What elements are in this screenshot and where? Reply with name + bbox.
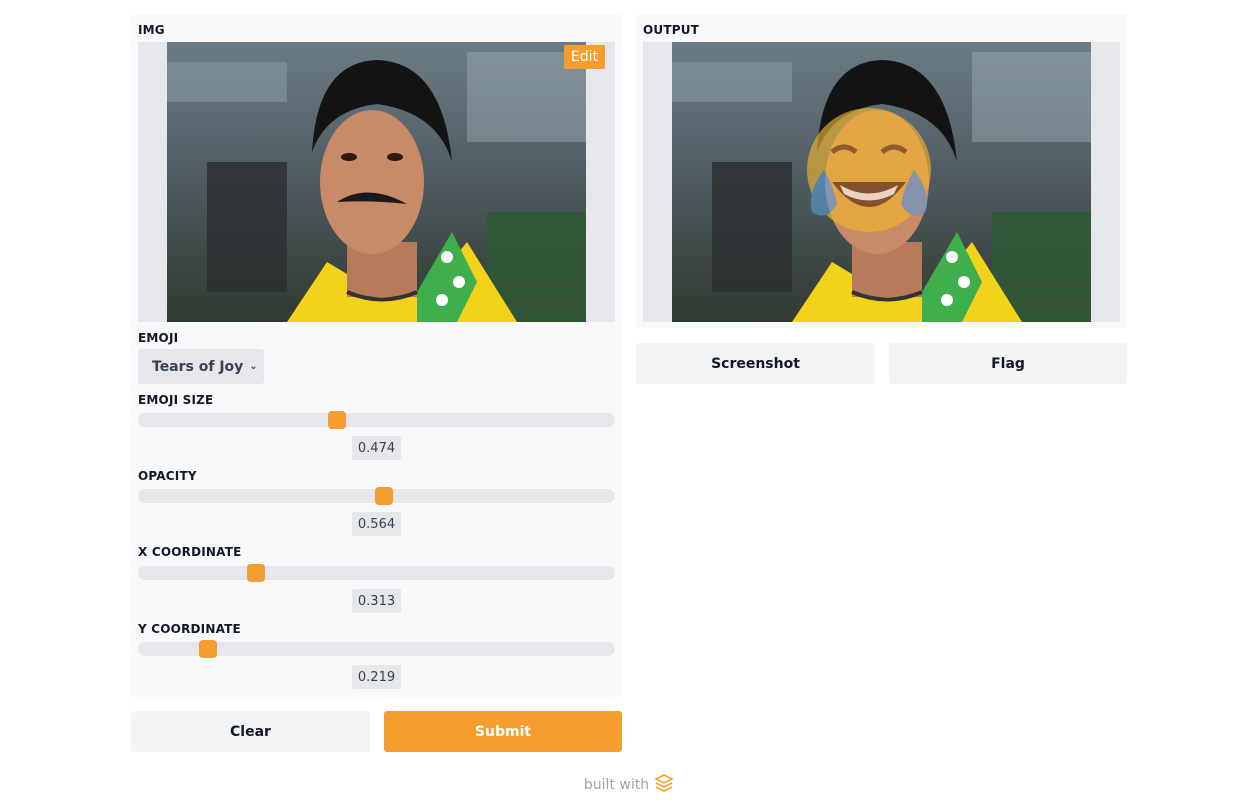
gradio-logo-icon[interactable] xyxy=(654,774,674,796)
opacity-slider[interactable] xyxy=(138,487,615,505)
footer: built with xyxy=(0,774,1258,796)
x-coordinate-value[interactable]: 0.313 xyxy=(352,589,401,613)
output-panel: OUTPUT xyxy=(636,14,1127,328)
y-coordinate-value[interactable]: 0.219 xyxy=(352,665,401,689)
image-output xyxy=(643,42,1120,322)
emoji-size-thumb[interactable] xyxy=(328,411,347,429)
app-root: IMG Edit EMOJI Tears of Joy ⌄ EMOJI SIZE… xyxy=(0,0,1258,802)
input-photo xyxy=(167,42,586,322)
edit-button[interactable]: Edit xyxy=(563,45,605,69)
emoji-size-value[interactable]: 0.474 xyxy=(352,436,401,460)
tears-of-joy-overlay xyxy=(807,108,931,232)
y-coordinate-slider[interactable] xyxy=(138,640,615,658)
output-photo xyxy=(672,42,1091,322)
opacity-thumb[interactable] xyxy=(374,487,393,505)
footer-text: built with xyxy=(583,777,650,793)
chevron-down-icon: ⌄ xyxy=(249,361,258,372)
emoji-label: EMOJI xyxy=(138,331,179,345)
image-input-label: IMG xyxy=(138,23,165,37)
submit-button[interactable]: Submit xyxy=(384,711,622,752)
emoji-size-label: EMOJI SIZE xyxy=(138,393,214,407)
emoji-dropdown[interactable]: Tears of Joy ⌄ xyxy=(138,349,264,384)
screenshot-button[interactable]: Screenshot xyxy=(636,343,875,384)
y-coordinate-thumb[interactable] xyxy=(198,640,217,658)
input-panel: IMG Edit EMOJI Tears of Joy ⌄ EMOJI SIZE… xyxy=(131,14,622,697)
opacity-value[interactable]: 0.564 xyxy=(352,512,401,536)
clear-button[interactable]: Clear xyxy=(131,711,370,752)
y-coordinate-label: Y COORDINATE xyxy=(138,622,241,636)
image-input[interactable]: Edit xyxy=(138,42,615,322)
opacity-label: OPACITY xyxy=(138,469,197,483)
x-coordinate-thumb[interactable] xyxy=(246,564,265,582)
flag-button[interactable]: Flag xyxy=(889,343,1127,384)
emoji-dropdown-value: Tears of Joy xyxy=(152,358,244,375)
output-label: OUTPUT xyxy=(643,23,700,37)
x-coordinate-slider[interactable] xyxy=(138,564,615,582)
x-coordinate-label: X COORDINATE xyxy=(138,545,242,559)
emoji-size-slider[interactable] xyxy=(138,411,615,429)
